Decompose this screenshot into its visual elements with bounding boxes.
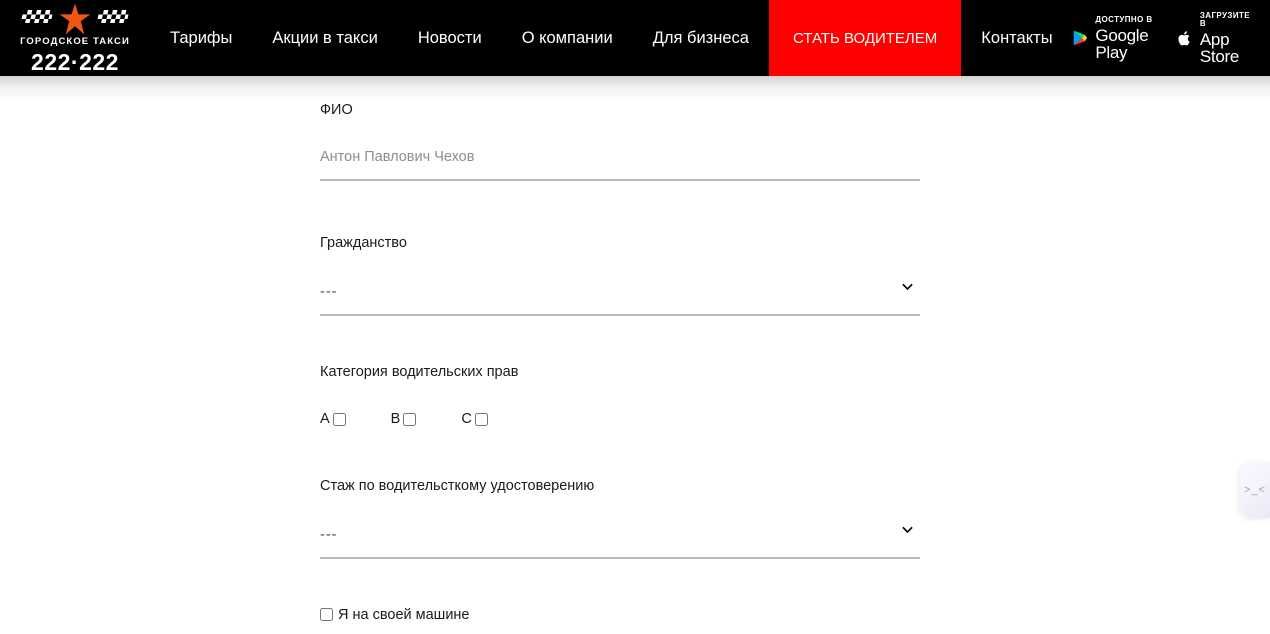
license-category-label-c: C xyxy=(461,411,472,428)
chevron-down-icon xyxy=(902,526,913,533)
own-car-checkbox[interactable] xyxy=(320,608,333,622)
field-license-category: Категория водительских прав A B C xyxy=(320,364,920,427)
license-category-option-c[interactable]: C xyxy=(461,411,488,428)
logo-star-graphic xyxy=(20,3,130,35)
license-category-option-b[interactable]: B xyxy=(391,411,417,427)
site-header: ГОРОДСКОЕ ТАКСИ 222·222 Тарифы Акции в т… xyxy=(0,0,1270,76)
field-experience: Стаж по водительсткому удостоверению --- xyxy=(320,478,920,559)
site-logo[interactable]: ГОРОДСКОЕ ТАКСИ 222·222 xyxy=(0,0,150,76)
side-widget-face: >_< xyxy=(1244,484,1266,496)
experience-label: Стаж по водительсткому удостоверению xyxy=(320,478,595,495)
driver-application-form: ФИО Гражданство --- Категория водительск… xyxy=(0,76,1270,623)
experience-select[interactable]: --- xyxy=(320,526,920,559)
app-store-label: App Store xyxy=(1199,29,1240,66)
google-play-small-label: ДОСТУПНО В xyxy=(1095,14,1153,24)
nav-item-dlya-biznesa[interactable]: Для бизнеса xyxy=(633,0,769,76)
license-category-label: Категория водительских прав xyxy=(320,363,519,380)
main-navigation: Тарифы Акции в такси Новости О компании … xyxy=(150,0,1073,76)
own-car-option[interactable]: Я на своей машине xyxy=(320,607,1270,623)
nav-item-novosti[interactable]: Новости xyxy=(398,0,502,76)
license-category-checkbox-c[interactable] xyxy=(474,412,488,426)
star-icon xyxy=(59,3,91,35)
nav-item-o-kompanii[interactable]: О компании xyxy=(502,0,633,76)
google-play-icon xyxy=(1073,30,1087,46)
license-category-options: A B C xyxy=(320,411,920,427)
nav-item-kontakty[interactable]: Контакты xyxy=(961,0,1072,76)
citizenship-label: Гражданство xyxy=(320,235,407,252)
google-play-badge[interactable]: ДОСТУПНО В Google Play xyxy=(1073,14,1156,62)
app-store-badge[interactable]: Загрузите в App Store xyxy=(1178,10,1255,66)
license-category-checkbox-a[interactable] xyxy=(332,412,346,426)
store-badges: ДОСТУПНО В Google Play Загрузите в App S… xyxy=(1073,0,1270,76)
apple-icon xyxy=(1178,30,1190,45)
license-category-label-b: B xyxy=(390,411,401,428)
citizenship-select[interactable]: --- xyxy=(320,283,920,316)
own-car-label: Я на своей машине xyxy=(338,606,470,623)
nav-item-stat-voditelem[interactable]: СТАТЬ ВОДИТЕЛЕМ xyxy=(768,0,962,76)
nav-item-akcii-v-taksi[interactable]: Акции в такси xyxy=(252,0,397,76)
fio-input[interactable] xyxy=(320,149,920,182)
license-category-checkbox-b[interactable] xyxy=(403,412,417,426)
google-play-label: Google Play xyxy=(1095,25,1149,62)
citizenship-selected-value: --- xyxy=(320,283,338,300)
chevron-down-icon xyxy=(902,283,913,290)
checker-flag-right-icon xyxy=(96,10,130,23)
checker-flag-left-icon xyxy=(20,10,54,23)
app-store-small-label: Загрузите в xyxy=(1199,10,1251,28)
nav-item-tarify[interactable]: Тарифы xyxy=(150,0,252,76)
license-category-label-a: A xyxy=(320,411,330,428)
logo-phone-number: 222·222 xyxy=(31,49,119,75)
field-fio: ФИО xyxy=(320,102,920,182)
field-citizenship: Гражданство --- xyxy=(320,235,920,316)
license-category-option-a[interactable]: A xyxy=(320,411,346,427)
side-widget-tab[interactable]: >_< xyxy=(1240,462,1270,518)
experience-selected-value: --- xyxy=(320,526,338,543)
fio-label: ФИО xyxy=(320,102,353,118)
logo-subtitle: ГОРОДСКОЕ ТАКСИ xyxy=(20,36,130,47)
